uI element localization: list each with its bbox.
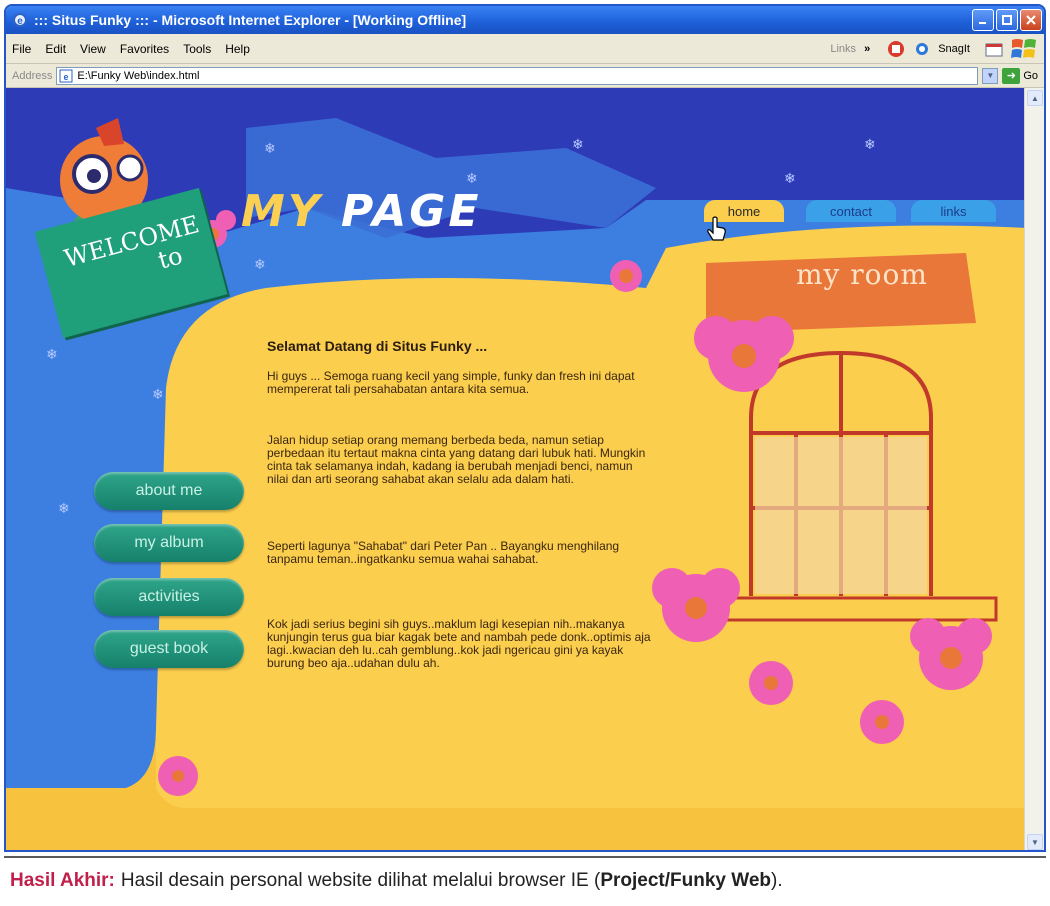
menu-tools[interactable]: Tools — [183, 42, 211, 56]
snowflake-icon: ❄ — [264, 140, 276, 156]
logo-word-page: PAGE — [340, 186, 482, 237]
browser-window: e ::: Situs Funky ::: - Microsoft Intern… — [4, 4, 1046, 852]
snowflake-icon: ❄ — [784, 170, 796, 186]
minimize-icon — [979, 22, 986, 24]
snowflake-icon: ❄ — [254, 256, 266, 272]
window-title: ::: Situs Funky ::: - Microsoft Internet… — [34, 12, 467, 28]
scroll-down-button[interactable]: ▼ — [1027, 834, 1043, 850]
paragraph-friendship: Jalan hidup setiap orang memang berbeda … — [267, 433, 646, 486]
nav-my-album[interactable]: my album — [94, 524, 244, 562]
svg-text:e: e — [17, 16, 23, 27]
go-label: Go — [1023, 69, 1038, 82]
caption-tail: ). — [771, 870, 783, 891]
my-room-title: my room — [796, 258, 928, 291]
menu-favorites[interactable]: Favorites — [120, 42, 169, 56]
title-bar: e ::: Situs Funky ::: - Microsoft Intern… — [6, 6, 1044, 34]
ie-icon: e — [12, 12, 28, 28]
menu-file[interactable]: File — [12, 42, 31, 56]
address-input[interactable]: e E:\Funky Web\index.html — [56, 66, 979, 85]
logo-word-my: MY — [241, 186, 323, 237]
close-icon — [1026, 15, 1036, 25]
address-value: E:\Funky Web\index.html — [77, 69, 200, 82]
close-button[interactable] — [1020, 9, 1042, 31]
pdf-icon[interactable] — [886, 39, 906, 59]
snowflake-icon: ❄ — [864, 136, 876, 152]
menu-help[interactable]: Help — [225, 42, 250, 56]
maximize-icon — [1002, 15, 1012, 25]
menu-edit[interactable]: Edit — [45, 42, 66, 56]
tab-links[interactable]: links — [911, 200, 996, 222]
address-dropdown-button[interactable]: ▼ — [982, 67, 999, 84]
menu-view[interactable]: View — [80, 42, 106, 56]
links-toolbar[interactable]: Links — [830, 43, 856, 55]
toolbar-chevron[interactable]: » — [864, 43, 870, 55]
snowflake-icon: ❄ — [152, 386, 164, 402]
svg-text:e: e — [64, 72, 69, 82]
nav-guest-book[interactable]: guest book — [94, 630, 244, 668]
snagit-icon[interactable] — [912, 39, 932, 59]
maximize-button[interactable] — [996, 9, 1018, 31]
snowflake-icon: ❄ — [466, 170, 478, 186]
caption-lead: Hasil Akhir: — [10, 870, 115, 891]
hand-cursor-icon — [707, 216, 726, 241]
page-heading: Selamat Datang di Situs Funky ... — [267, 338, 488, 354]
nav-activities[interactable]: activities — [94, 578, 244, 616]
caption-text: Hasil desain personal website dilihat me… — [120, 870, 601, 891]
go-button[interactable]: ➜ Go — [1002, 67, 1038, 84]
snowflake-icon: ❄ — [46, 346, 58, 362]
paragraph-closing: Kok jadi serius begini sih guys..maklum … — [267, 617, 651, 670]
capture-window-icon[interactable] — [984, 39, 1004, 59]
scroll-up-button[interactable]: ▲ — [1027, 90, 1043, 106]
page-viewport: ❄ ❄ ❄ ❄ ❄ ❄ ❄ ❄ ❄ MY PAGE WELCOME to hom… — [6, 88, 1028, 850]
go-arrow-icon: ➜ — [1002, 67, 1021, 84]
paragraph-intro: Hi guys ... Semoga ruang kecil yang simp… — [267, 369, 635, 396]
caption-project: Project/Funky Web — [600, 870, 772, 891]
page-icon: e — [59, 69, 73, 82]
tab-contact[interactable]: contact — [806, 200, 896, 222]
windows-logo-icon — [1011, 38, 1036, 58]
snagit-label[interactable]: SnagIt — [938, 43, 970, 55]
snowflake-icon: ❄ — [58, 500, 70, 516]
snowflake-icon: ❄ — [572, 136, 584, 152]
figure-caption: Hasil Akhir: Hasil desain personal websi… — [4, 856, 1046, 904]
nav-about-me[interactable]: about me — [94, 472, 244, 510]
site-logo: MY PAGE — [241, 186, 481, 237]
address-bar: Address e E:\Funky Web\index.html ▼ ➜ Go — [6, 64, 1044, 88]
menu-bar: File Edit View Favorites Tools Help Link… — [6, 34, 1044, 64]
address-label: Address — [12, 69, 53, 82]
vertical-scrollbar[interactable]: ▲ ▼ — [1024, 88, 1044, 850]
paragraph-song: Seperti lagunya "Sahabat" dari Peter Pan… — [267, 539, 620, 566]
minimize-button[interactable] — [972, 9, 994, 31]
